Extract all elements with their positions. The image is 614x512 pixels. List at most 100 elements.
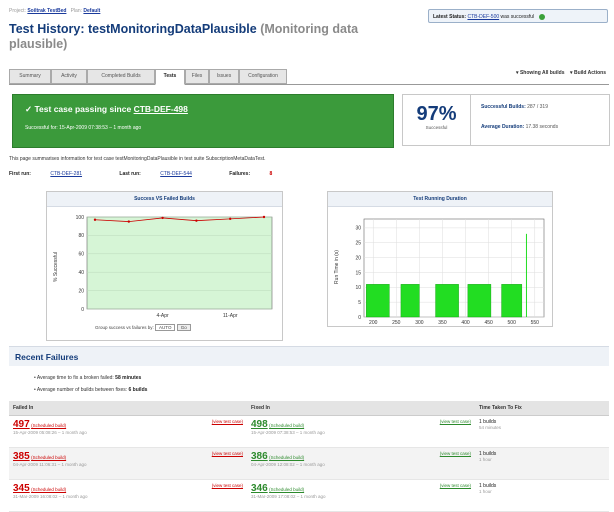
- last-run-link[interactable]: CTB-DEF-544: [160, 171, 192, 177]
- column-header: Failed In: [9, 401, 247, 416]
- success-percent: 97%: [416, 103, 457, 125]
- check-icon: ✓: [25, 104, 33, 114]
- page-title: Test History: testMonitoringDataPlausibl…: [9, 22, 359, 51]
- y-tick-label: 80: [78, 233, 84, 239]
- x-tick-label: 300: [415, 320, 424, 326]
- view-test-case-link[interactable]: (view test case): [212, 451, 243, 456]
- passing-since-build-link[interactable]: CTB-DEF-498: [134, 104, 188, 114]
- view-test-case-link[interactable]: (view test case): [212, 419, 243, 424]
- success-chart-panel: Success VS Failed Builds % Successful 10…: [46, 191, 283, 341]
- passing-banner-sub: Successful for: 15-Apr-2009 07:38:53 – 1…: [25, 125, 142, 131]
- tab-completed-builds[interactable]: Completed Builds: [87, 69, 155, 84]
- x-tick-label: 250: [392, 320, 401, 326]
- x-tick-label: 450: [484, 320, 493, 326]
- fixed-date: 31-Mar-2009 17:08:02 – 1 month ago: [251, 494, 326, 499]
- duration-bar: [400, 284, 420, 318]
- failed-build-link[interactable]: 345: [13, 483, 30, 494]
- summary-stats: Successful Builds: 287 / 319 Average Dur…: [471, 94, 610, 146]
- duration-bar: [435, 284, 459, 318]
- group-by-control: Group success vs failures by: AUTO Go: [95, 324, 191, 331]
- run-summary-row: First run: CTB-DEF-281 Last run: CTB-DEF…: [9, 171, 273, 177]
- test-description: This page summarises information for tes…: [9, 156, 266, 162]
- failed-in-cell: (view test case) 497 (Scheduled build) 15-…: [9, 415, 247, 448]
- chevron-down-icon: ▾: [516, 70, 519, 76]
- view-test-case-link[interactable]: (view test case): [440, 419, 471, 424]
- fixed-build-link[interactable]: 498: [251, 419, 268, 430]
- passing-banner: ✓ Test case passing since CTB-DEF-498 Su…: [12, 94, 394, 148]
- tab-issues[interactable]: Issues: [209, 69, 239, 84]
- failed-build-trigger[interactable]: (Scheduled build): [31, 455, 66, 460]
- success-icon: [538, 13, 545, 20]
- tab-tests[interactable]: Tests: [155, 69, 185, 85]
- duration-chart-title: Test Running Duration: [328, 192, 552, 207]
- fixed-build-trigger[interactable]: (Scheduled build): [269, 455, 304, 460]
- success-chart-title: Success VS Failed Builds: [47, 192, 282, 207]
- fixed-date: 15-Apr-2009 07:38:53 – 1 month ago: [251, 430, 325, 435]
- y-tick-label: 10: [355, 285, 361, 291]
- breadcrumb-project-link[interactable]: Soiltrak TestBed: [27, 8, 66, 14]
- duration-chart: Run Time in (s) 30 25 20 15 10 5 0 200 250 300 350…: [334, 218, 545, 326]
- fixed-build-trigger[interactable]: (Scheduled build): [269, 423, 304, 428]
- success-percent-box: 97% Successful: [402, 94, 471, 146]
- tab-activity[interactable]: Activity: [51, 69, 87, 84]
- view-links: ▾ Showing All builds ▾ Build Actions: [516, 70, 606, 76]
- table-row: (view test case) 385 (Scheduled build) 04-…: [9, 447, 609, 480]
- time-to-fix-cell: 1 builds 54 minutes: [475, 415, 609, 448]
- data-point: [127, 220, 130, 223]
- y-tick-label: 20: [355, 255, 361, 261]
- x-tick-label: 200: [369, 320, 378, 326]
- data-point: [93, 218, 97, 221]
- x-tick-label: 400: [461, 320, 470, 326]
- failed-build-trigger[interactable]: (Scheduled build): [31, 423, 66, 428]
- tab-summary[interactable]: Summary: [9, 69, 51, 84]
- tab-configuration[interactable]: Configuration: [239, 69, 287, 84]
- latest-status-box: Latest Status: CTB-DEF-500 was successfu…: [428, 9, 608, 23]
- fixed-in-cell: (view test case) 386 (Scheduled build) 04-…: [247, 447, 475, 480]
- y-tick-label: 30: [355, 226, 361, 232]
- column-header: Fixed In: [247, 401, 475, 416]
- y-axis-label: % Successful: [53, 252, 59, 282]
- view-test-case-link[interactable]: (view test case): [212, 483, 243, 488]
- fixed-build-link[interactable]: 346: [251, 483, 268, 494]
- table-row: (view test case) 497 (Scheduled build) 15-…: [9, 415, 609, 448]
- group-by-select[interactable]: AUTO: [155, 324, 176, 331]
- y-axis-label: Run Time in (s): [334, 250, 340, 284]
- recent-failures-summary: • Average time to fix a broken failed: 5…: [34, 375, 148, 393]
- latest-build-link[interactable]: CTB-DEF-500: [467, 14, 499, 20]
- first-run-link[interactable]: CTB-DEF-281: [50, 171, 82, 177]
- build-actions-menu[interactable]: Build Actions: [574, 70, 606, 76]
- duration-bar: [467, 284, 492, 318]
- y-tick-label: 5: [358, 300, 361, 306]
- y-tick-label: 0: [358, 315, 361, 321]
- view-test-case-link[interactable]: (view test case): [440, 483, 471, 488]
- y-tick-label: 40: [78, 270, 84, 276]
- x-tick-label: 4-Apr: [156, 313, 169, 319]
- failed-build-link[interactable]: 385: [13, 451, 30, 462]
- breadcrumb-plan-link[interactable]: Default: [83, 8, 100, 14]
- recent-failures-heading: Recent Failures: [9, 346, 609, 366]
- y-tick-label: 20: [78, 288, 84, 294]
- passing-banner-heading: ✓ Test case passing since CTB-DEF-498: [25, 104, 188, 114]
- time-to-fix-duration: 1 hour: [479, 457, 492, 462]
- view-test-case-link[interactable]: (view test case): [440, 451, 471, 456]
- fixed-build-trigger[interactable]: (Scheduled build): [269, 487, 304, 492]
- breadcrumb: Project: Soiltrak TestBed Plan: Default: [9, 8, 101, 14]
- failed-build-trigger[interactable]: (Scheduled build): [31, 487, 66, 492]
- fixed-build-link[interactable]: 386: [251, 451, 268, 462]
- average-duration-stat: Average Duration: 17.38 seconds: [481, 124, 559, 130]
- go-button[interactable]: Go: [176, 324, 191, 331]
- fixed-date: 04-Apr-2009 12:08:02 – 1 month ago: [251, 462, 325, 467]
- x-tick-label: 500: [508, 320, 517, 326]
- time-to-fix-cell: 1 builds 1 hour: [475, 447, 609, 480]
- data-point: [229, 217, 232, 221]
- success-chart: % Successful 100 80 60 40 20 0 4-Apr 11-Apr: [53, 215, 273, 319]
- data-point: [195, 219, 198, 222]
- showing-all-builds-menu[interactable]: Showing All builds: [520, 70, 565, 76]
- y-tick-label: 15: [355, 270, 361, 276]
- duration-chart-panel: Test Running Duration Run Time in (s) 30…: [327, 191, 553, 327]
- y-tick-label: 60: [78, 252, 84, 258]
- failed-build-link[interactable]: 497: [13, 419, 30, 430]
- tab-files[interactable]: Files: [185, 69, 209, 84]
- duration-bar: [366, 284, 390, 318]
- chevron-down-icon: ▾: [570, 70, 573, 76]
